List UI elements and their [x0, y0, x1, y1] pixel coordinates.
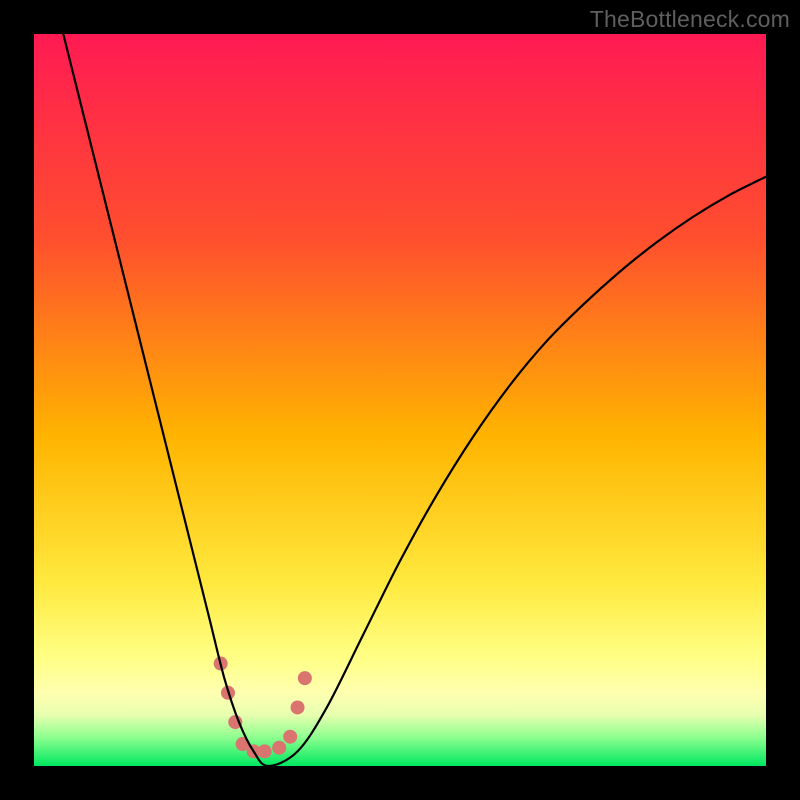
curve-layer — [34, 34, 766, 766]
highlight-point — [258, 744, 272, 758]
highlight-point — [298, 671, 312, 685]
watermark-text: TheBottleneck.com — [590, 6, 790, 33]
highlight-point — [283, 730, 297, 744]
chart-frame: TheBottleneck.com — [0, 0, 800, 800]
highlight-point — [272, 741, 286, 755]
highlight-points — [214, 657, 312, 759]
highlight-point — [291, 700, 305, 714]
plot-area — [34, 34, 766, 766]
bottleneck-curve — [63, 34, 766, 766]
